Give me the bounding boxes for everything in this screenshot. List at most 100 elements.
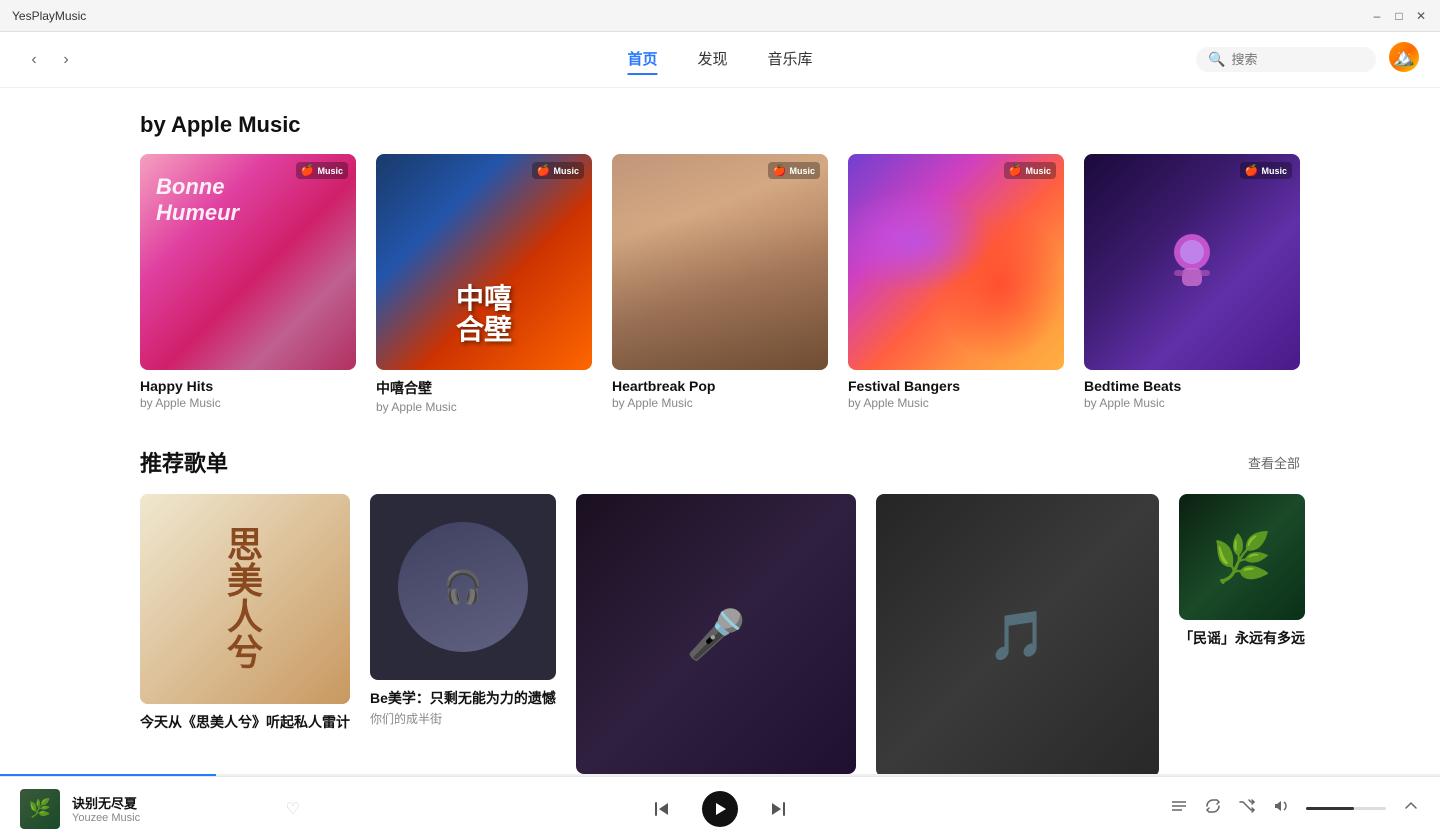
player-track-details: 诀别无尽夏 Youzee Music [72,793,274,824]
card-heartbreak-pop[interactable]: 🍎 Music Heartbreak Pop by Apple Music [612,154,828,414]
card-minyao-title: 「民谣」永远有多远 [1179,628,1305,648]
apple-music-section-header: by Apple Music [140,112,1300,138]
player-track-name: 诀别无尽夏 [72,793,274,812]
back-arrow-button[interactable]: ‹ [20,46,48,74]
card-minyao-cover: 🌿 [1179,494,1305,620]
shuffle-button[interactable] [1238,797,1256,820]
main-content: by Apple Music 🍎 Music Happy Hits by App… [0,88,1440,776]
queue-button[interactable] [1170,797,1188,820]
loop-icon [1204,797,1222,815]
recommended-section: 推荐歌单 查看全部 思 美 人 兮 今天从《思美人兮》听起私人雷计 [140,446,1300,776]
queue-icon [1170,797,1188,815]
search-input[interactable] [1231,52,1364,67]
apple-music-badge: 🍎 Music [296,162,348,179]
card-happy-hits-title: Happy Hits [140,378,356,394]
tab-discover[interactable]: 发现 [697,44,727,75]
card-simeiren-cover: 思 美 人 兮 [140,494,350,704]
nav-tabs: 首页 发现 音乐库 [627,44,812,75]
navbar: ‹ › 首页 发现 音乐库 🔍 🏔️ [0,32,1440,88]
recommended-section-header: 推荐歌单 查看全部 [140,446,1300,478]
close-button[interactable]: ✕ [1414,9,1428,23]
card-heartbreak-cover: 🍎 Music [612,154,828,370]
card-bedtime-beats[interactable]: 🍎 Music Bedtime Beats by App [1084,154,1300,414]
volume-icon [1272,797,1290,815]
expand-icon [1402,797,1420,815]
loop-button[interactable] [1204,797,1222,820]
apple-logo-icon-4: 🍎 [1009,164,1023,177]
recommended-section-title: 推荐歌单 [140,446,228,478]
nav-right: 🔍 🏔️ [1196,41,1420,78]
see-all-button[interactable]: 查看全部 [1248,453,1300,472]
minimize-button[interactable]: – [1370,9,1384,23]
apple-music-label-4: Music [1025,166,1051,176]
volume-fill [1306,807,1354,810]
skip-back-icon [653,800,671,818]
player-album-art: 🌿 [20,789,60,829]
apple-music-badge-4: 🍎 Music [1004,162,1056,179]
card-zhong-xi[interactable]: 🍎 Music 中嘻合壁 by Apple Music [376,154,592,414]
apple-music-cards-grid: 🍎 Music Happy Hits by Apple Music 🍎 Musi… [140,154,1300,414]
play-icon [713,802,727,816]
card-festival-bangers[interactable]: 🍎 Music Festival Bangers by Apple Music [848,154,1064,414]
skip-forward-icon [769,800,787,818]
player-right-controls [1140,797,1420,820]
card-festival-subtitle: by Apple Music [848,396,1064,410]
card-simeiren-title: 今天从《思美人兮》听起私人雷计 [140,712,350,732]
card-bedtime-cover: 🍎 Music [1084,154,1300,370]
player-track-info: 🌿 诀别无尽夏 Youzee Music ♡ [20,789,300,829]
apple-music-section: by Apple Music 🍎 Music Happy Hits by App… [140,112,1300,414]
play-button[interactable] [702,791,738,827]
maximize-button[interactable]: □ [1392,9,1406,23]
apple-logo-icon: 🍎 [301,164,315,177]
card-heartbreak-title: Heartbreak Pop [612,378,828,394]
card-beauty-cover: 🎧 [370,494,556,680]
apple-music-label-3: Music [789,166,815,176]
player-heart-button[interactable]: ♡ [286,799,300,819]
next-button[interactable] [762,793,794,825]
apple-music-section-title: by Apple Music [140,112,301,138]
card-simeiren[interactable]: 思 美 人 兮 今天从《思美人兮》听起私人雷计 [140,494,350,776]
search-box[interactable]: 🔍 [1196,47,1376,72]
expand-button[interactable] [1402,797,1420,820]
search-icon: 🔍 [1208,51,1225,68]
card-minyao[interactable]: 🌿 「民谣」永远有多远 [1179,494,1305,776]
card-festival-title: Festival Bangers [848,378,1064,394]
card-zhong-xi-cover: 🍎 Music [376,154,592,370]
card-zhong-xi-subtitle: by Apple Music [376,400,592,414]
shuffle-icon [1238,797,1256,815]
player-track-artist: Youzee Music [72,812,274,824]
recommended-cards-grid: 思 美 人 兮 今天从《思美人兮》听起私人雷计 🎧 Be美学：只剩无能为力的遗憾… [140,494,1300,776]
tab-library[interactable]: 音乐库 [768,44,813,75]
apple-music-badge-3: 🍎 Music [768,162,820,179]
card-festival-cover: 🍎 Music [848,154,1064,370]
card-beauty-title: Be美学：只剩无能为力的遗憾 [370,688,556,708]
apple-music-label-2: Music [553,166,579,176]
user-avatar[interactable]: 🏔️ [1388,41,1420,78]
card-ktv-cover: 🎤 [576,494,856,774]
card-bedtime-title: Bedtime Beats [1084,378,1300,394]
volume-bar[interactable] [1306,807,1386,810]
card-8090-cover: 🎵 [876,494,1159,776]
card-beauty-subtitle: 你们的成半街 [370,710,556,727]
card-zhong-xi-title: 中嘻合壁 [376,378,592,398]
card-heartbreak-subtitle: by Apple Music [612,396,828,410]
player-bar: 🌿 诀别无尽夏 Youzee Music ♡ [0,776,1440,840]
card-8090[interactable]: 🎵 8090后经典老歌悔每首都承载一个动人的故事 [876,494,1159,776]
card-bedtime-subtitle: by Apple Music [1084,396,1300,410]
previous-button[interactable] [646,793,678,825]
apple-logo-icon-2: 🍎 [537,164,551,177]
svg-text:🏔️: 🏔️ [1393,47,1415,67]
app-title: YesPlayMusic [12,9,86,23]
volume-button[interactable] [1272,797,1290,820]
astronaut-illustration [1152,222,1232,302]
apple-music-badge-2: 🍎 Music [532,162,584,179]
forward-arrow-button[interactable]: › [52,46,80,74]
tab-home[interactable]: 首页 [627,44,657,75]
card-happy-hits-cover: 🍎 Music [140,154,356,370]
card-happy-hits[interactable]: 🍎 Music Happy Hits by Apple Music [140,154,356,414]
nav-arrows: ‹ › [20,46,80,74]
card-beauty[interactable]: 🎧 Be美学：只剩无能为力的遗憾 你们的成半街 [370,494,556,776]
apple-music-label: Music [317,166,343,176]
card-ktv[interactable]: 🎤 KTV必点歌曲：深情伤感老歌，每首都有回忆 [576,494,856,776]
player-controls [300,791,1140,827]
